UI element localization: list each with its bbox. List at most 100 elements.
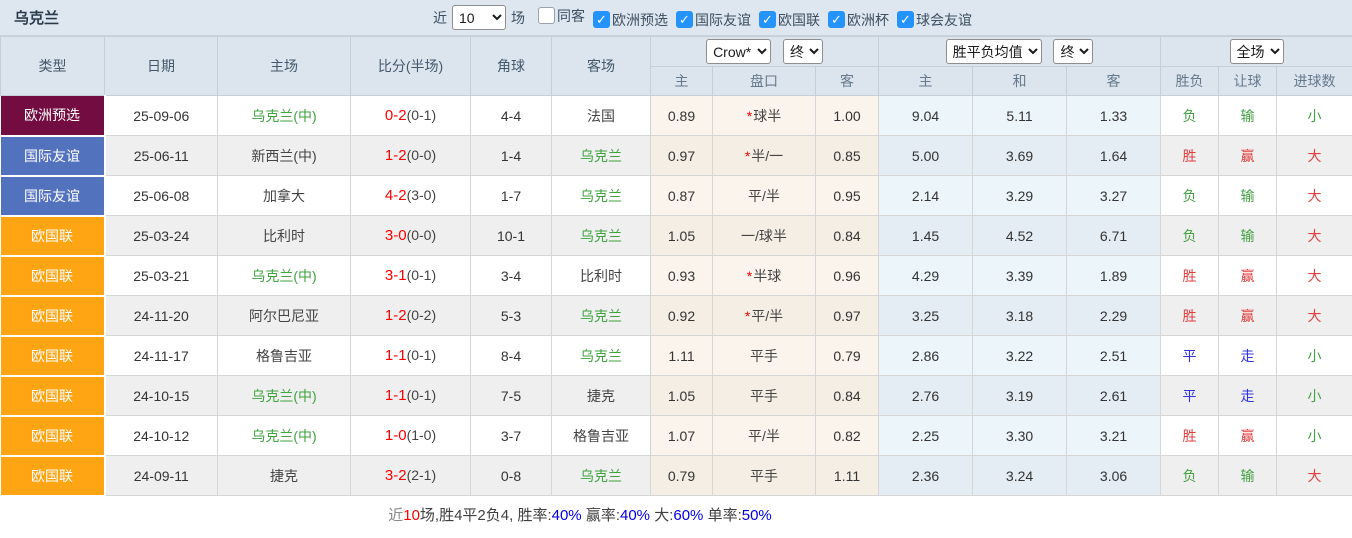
eu-home-odds: 1.45 bbox=[879, 216, 973, 256]
subheader-eu-draw: 和 bbox=[973, 67, 1067, 96]
checked-checkbox-icon[interactable]: ✓ bbox=[828, 11, 845, 28]
recent-count-select[interactable]: 10 bbox=[452, 5, 506, 30]
filter-euro-qualifiers[interactable]: ✓欧洲预选 bbox=[593, 10, 668, 30]
away-team: 乌克兰 bbox=[552, 456, 651, 496]
result-wdl: 胜 bbox=[1161, 416, 1219, 456]
match-history-table: 类型 日期 主场 比分(半场) 角球 客场 Crow* 终 胜平负均值 终 bbox=[0, 36, 1352, 497]
europe-odds-group-header: 胜平负均值 终 bbox=[879, 37, 1161, 67]
ah-home-odds: 0.93 bbox=[651, 256, 713, 296]
result-wdl: 负 bbox=[1161, 216, 1219, 256]
summary-segment: 40% bbox=[620, 507, 650, 524]
ah-line: *半球 bbox=[713, 256, 816, 296]
filter-intl-friendly[interactable]: ✓国际友谊 bbox=[676, 10, 751, 30]
result-wdl: 平 bbox=[1161, 336, 1219, 376]
match-date: 24-10-12 bbox=[105, 416, 218, 456]
filter-nations-league[interactable]: ✓欧国联 bbox=[759, 10, 820, 30]
away-team: 法国 bbox=[552, 96, 651, 136]
ah-away-odds: 0.96 bbox=[816, 256, 879, 296]
ah-home-odds: 1.11 bbox=[651, 336, 713, 376]
filter-club-friendly[interactable]: ✓球会友谊 bbox=[897, 10, 972, 30]
filter-label: 欧洲杯 bbox=[847, 10, 889, 30]
filter-same-away[interactable]: 同客 bbox=[538, 6, 585, 26]
bookmaker-select[interactable]: Crow* bbox=[706, 39, 771, 64]
competition-type: 欧国联 bbox=[1, 336, 105, 376]
ah-line: *平/半 bbox=[713, 296, 816, 336]
subheader-ah-home: 主 bbox=[651, 67, 713, 96]
corners: 1-4 bbox=[471, 136, 552, 176]
match-date: 24-11-17 bbox=[105, 336, 218, 376]
result-goals: 大 bbox=[1277, 216, 1352, 256]
match-date: 25-06-08 bbox=[105, 176, 218, 216]
ah-away-odds: 0.84 bbox=[816, 216, 879, 256]
eu-draw-odds: 3.69 bbox=[973, 136, 1067, 176]
result-handicap: 输 bbox=[1219, 456, 1277, 496]
filter-label: 欧国联 bbox=[778, 10, 820, 30]
result-wdl: 平 bbox=[1161, 376, 1219, 416]
home-team: 捷克 bbox=[218, 456, 351, 496]
checked-checkbox-icon[interactable]: ✓ bbox=[593, 11, 610, 28]
europe-time-select[interactable]: 终 bbox=[1053, 39, 1093, 64]
checked-checkbox-icon[interactable]: ✓ bbox=[676, 11, 693, 28]
checked-checkbox-icon[interactable]: ✓ bbox=[759, 11, 776, 28]
header-corners: 角球 bbox=[471, 37, 552, 96]
ah-line: 平/半 bbox=[713, 176, 816, 216]
result-handicap: 输 bbox=[1219, 176, 1277, 216]
summary-segment: 近 bbox=[388, 507, 403, 524]
result-wdl: 负 bbox=[1161, 456, 1219, 496]
europe-metric-select[interactable]: 胜平负均值 bbox=[946, 39, 1042, 64]
ah-time-select[interactable]: 终 bbox=[783, 39, 823, 64]
result-handicap: 赢 bbox=[1219, 296, 1277, 336]
result-wdl: 负 bbox=[1161, 176, 1219, 216]
result-handicap: 赢 bbox=[1219, 136, 1277, 176]
match-row: 国际友谊25-06-11新西兰(中)1-2(0-0)1-4乌克兰0.97*半/一… bbox=[1, 136, 1352, 176]
match-date: 25-06-11 bbox=[105, 136, 218, 176]
scope-select[interactable]: 全场 bbox=[1230, 39, 1284, 64]
ah-away-odds: 0.82 bbox=[816, 416, 879, 456]
match-table-body: 欧洲预选25-09-06乌克兰(中)0-2(0-1)4-4法国0.89*球半1.… bbox=[1, 96, 1352, 496]
corners: 8-4 bbox=[471, 336, 552, 376]
competition-type: 欧国联 bbox=[1, 256, 105, 296]
filter-controls: 近 10 场 同客✓欧洲预选✓国际友谊✓欧国联✓欧洲杯✓球会友谊 bbox=[428, 0, 972, 35]
result-handicap: 输 bbox=[1219, 216, 1277, 256]
ah-away-odds: 0.79 bbox=[816, 336, 879, 376]
score: 1-1(0-1) bbox=[351, 376, 471, 416]
checked-checkbox-icon[interactable]: ✓ bbox=[897, 11, 914, 28]
match-row: 欧洲预选25-09-06乌克兰(中)0-2(0-1)4-4法国0.89*球半1.… bbox=[1, 96, 1352, 136]
corners: 0-8 bbox=[471, 456, 552, 496]
match-row: 欧国联24-11-17格鲁吉亚1-1(0-1)8-4乌克兰1.11平手0.792… bbox=[1, 336, 1352, 376]
match-row: 国际友谊25-06-08加拿大4-2(3-0)1-7乌克兰0.87平/半0.95… bbox=[1, 176, 1352, 216]
match-date: 25-03-21 bbox=[105, 256, 218, 296]
score: 3-1(0-1) bbox=[351, 256, 471, 296]
corners: 3-4 bbox=[471, 256, 552, 296]
score: 1-2(0-0) bbox=[351, 136, 471, 176]
result-goals: 小 bbox=[1277, 96, 1352, 136]
eu-draw-odds: 5.11 bbox=[973, 96, 1067, 136]
match-date: 24-09-11 bbox=[105, 456, 218, 496]
filter-euro-cup[interactable]: ✓欧洲杯 bbox=[828, 10, 889, 30]
eu-away-odds: 2.51 bbox=[1067, 336, 1161, 376]
eu-draw-odds: 4.52 bbox=[973, 216, 1067, 256]
filter-label: 球会友谊 bbox=[916, 10, 972, 30]
result-goals: 大 bbox=[1277, 136, 1352, 176]
filter-list: 同客✓欧洲预选✓国际友谊✓欧国联✓欧洲杯✓球会友谊 bbox=[530, 6, 972, 30]
unchecked-checkbox-icon[interactable] bbox=[538, 7, 555, 24]
away-team: 乌克兰 bbox=[552, 216, 651, 256]
home-team: 比利时 bbox=[218, 216, 351, 256]
ah-home-odds: 0.92 bbox=[651, 296, 713, 336]
eu-home-odds: 3.25 bbox=[879, 296, 973, 336]
ah-away-odds: 0.97 bbox=[816, 296, 879, 336]
home-team: 乌克兰(中) bbox=[218, 256, 351, 296]
result-wdl: 胜 bbox=[1161, 256, 1219, 296]
summary-segment: 60% bbox=[673, 507, 703, 524]
eu-away-odds: 1.64 bbox=[1067, 136, 1161, 176]
summary-bar: 近10场,胜4平2负4, 胜率:40% 赢率:40% 大:60% 单率:50% bbox=[0, 497, 1352, 533]
match-row: 欧国联25-03-21乌克兰(中)3-1(0-1)3-4比利时0.93*半球0.… bbox=[1, 256, 1352, 296]
subheader-goals: 进球数 bbox=[1277, 67, 1352, 96]
match-date: 25-09-06 bbox=[105, 96, 218, 136]
eu-home-odds: 4.29 bbox=[879, 256, 973, 296]
ah-home-odds: 1.07 bbox=[651, 416, 713, 456]
corners: 4-4 bbox=[471, 96, 552, 136]
eu-home-odds: 2.25 bbox=[879, 416, 973, 456]
handicap-star-icon: * bbox=[745, 308, 750, 324]
result-wdl: 胜 bbox=[1161, 296, 1219, 336]
